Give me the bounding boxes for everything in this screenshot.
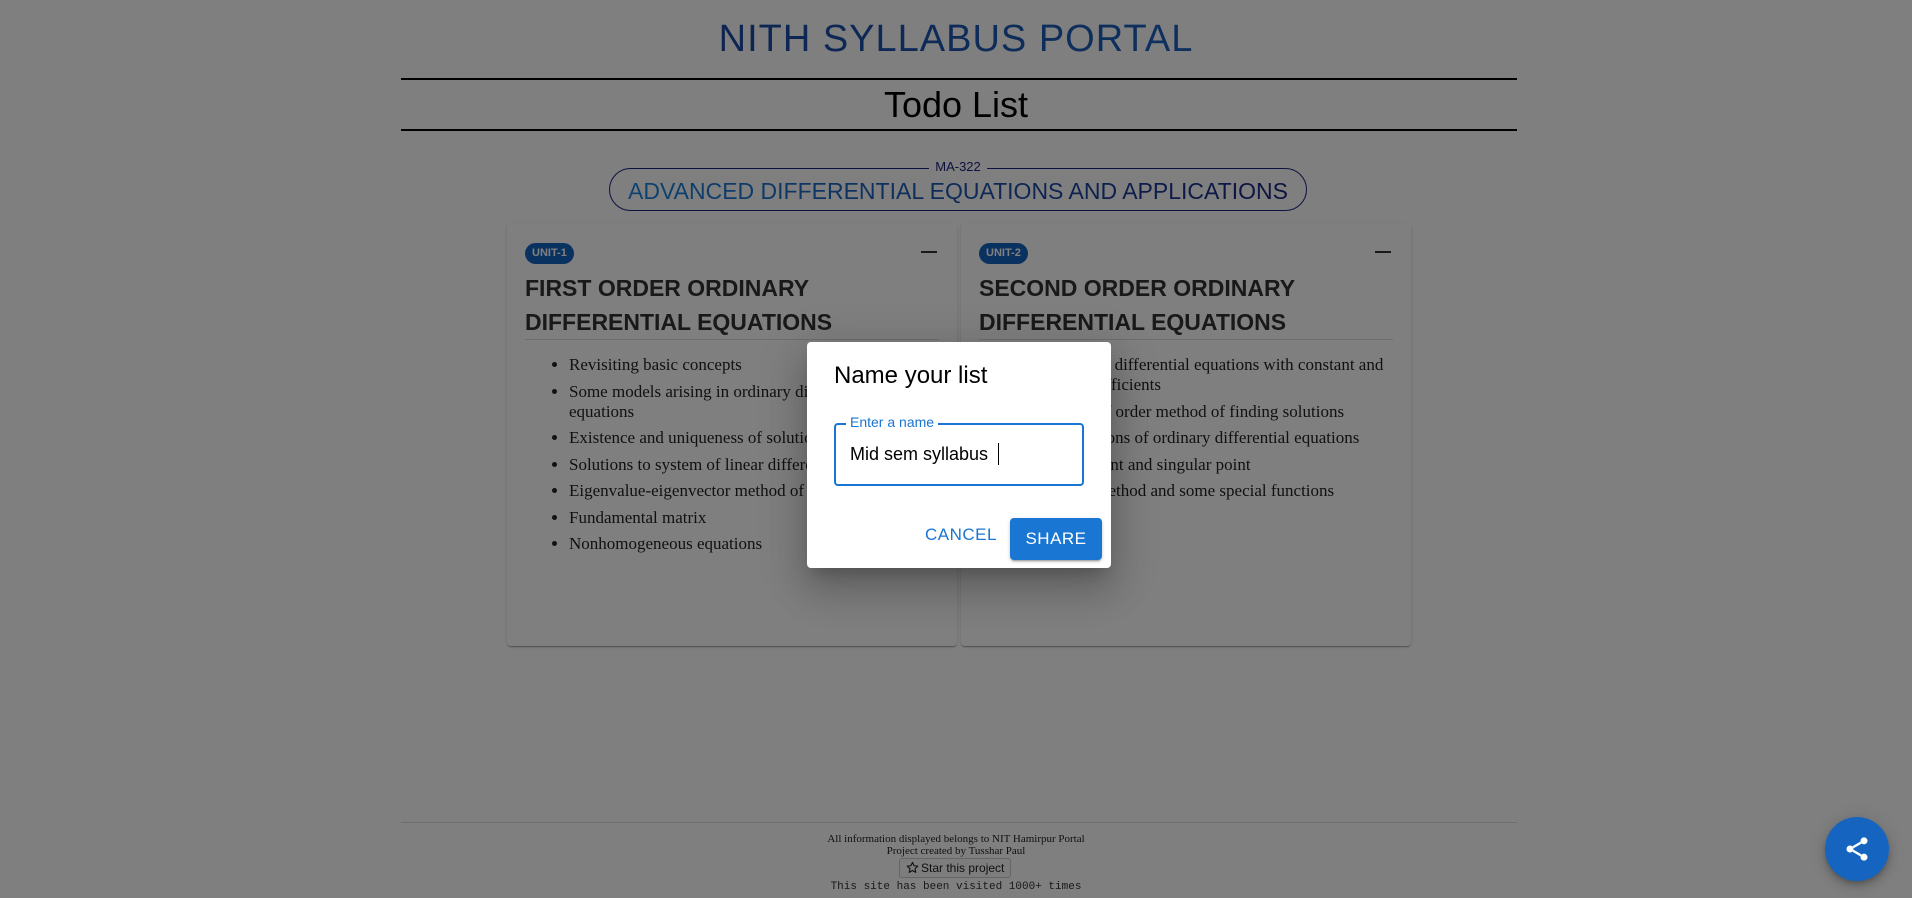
- share-button[interactable]: SHARE: [1010, 518, 1102, 560]
- cancel-button[interactable]: CANCEL: [919, 514, 1003, 556]
- dialog-title: Name your list: [834, 362, 988, 389]
- share-icon: [1846, 837, 1868, 861]
- share-fab[interactable]: [1825, 817, 1889, 881]
- list-name-input[interactable]: [850, 442, 1072, 466]
- field-label: Enter a name: [846, 414, 939, 430]
- text-caret: [998, 443, 999, 465]
- list-name-field: Enter a name: [834, 414, 1084, 486]
- name-list-dialog: Name your list Enter a name CANCEL SHARE: [807, 342, 1111, 568]
